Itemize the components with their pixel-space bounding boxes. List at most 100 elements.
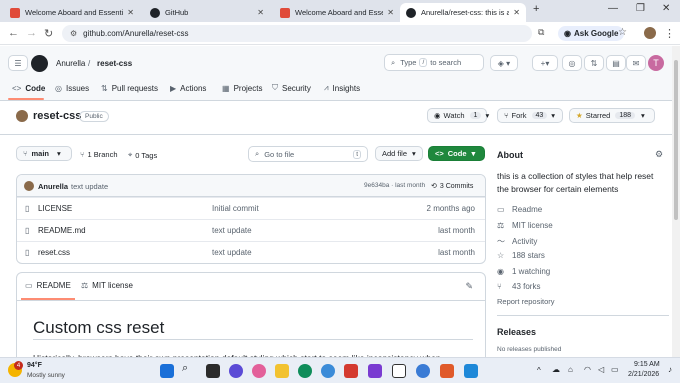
inbox-icon[interactable]: ✉ <box>626 55 646 71</box>
github-logo-icon[interactable] <box>31 55 48 72</box>
close-tab-icon[interactable]: ✕ <box>387 8 394 17</box>
app-icon[interactable] <box>344 364 358 378</box>
tab-code[interactable]: <> Code <box>12 81 45 95</box>
browser-tab-3[interactable]: Welcome Aboard and Essentia ✕ <box>274 3 400 22</box>
browser-menu-icon[interactable]: ⋮ <box>664 27 675 40</box>
tab-issues[interactable]: ◎ Issues <box>55 81 89 95</box>
tab-readme[interactable]: ▭ README <box>25 281 71 290</box>
about-license[interactable]: ⚖ MIT license <box>497 221 553 230</box>
tab-projects[interactable]: ▦ Projects <box>222 81 262 95</box>
search-icon[interactable]: ⌕ <box>182 362 196 376</box>
browser-tab-active[interactable]: Anurella/reset-css: this is a collec ✕ <box>400 3 526 22</box>
commit-message[interactable]: text update <box>71 182 108 191</box>
settings-gear-icon[interactable]: ⚙ <box>655 149 663 160</box>
close-tab-icon[interactable]: ✕ <box>513 8 520 17</box>
breadcrumb-owner[interactable]: Anurella <box>56 59 85 68</box>
about-readme[interactable]: ▭ Readme <box>497 205 542 214</box>
task-view-icon[interactable] <box>206 364 220 378</box>
edit-pencil-icon[interactable]: ✎ <box>465 281 473 292</box>
weather-temp[interactable]: 94°F <box>27 362 42 369</box>
search-input[interactable]: ⌕ Type / to search <box>384 54 484 71</box>
file-commit-message[interactable]: text update <box>212 248 252 257</box>
app-icon[interactable] <box>416 364 430 378</box>
install-app-icon[interactable]: ⧉ <box>538 27 544 38</box>
breadcrumb-repo[interactable]: reset-css <box>97 59 132 68</box>
app-icon[interactable] <box>440 364 454 378</box>
weather-desc[interactable]: Mostly sunny <box>27 372 65 379</box>
chevron-up-icon[interactable]: ^ <box>537 366 541 375</box>
vscode-icon[interactable] <box>464 364 478 378</box>
about-stars[interactable]: ☆ 188 stars <box>497 251 545 260</box>
repositories-icon[interactable]: ▤ <box>606 55 626 71</box>
branch-selector[interactable]: ⑂ main ▾ <box>16 146 72 161</box>
go-to-file-input[interactable]: ⌕ Go to file t <box>248 146 368 162</box>
minimize-icon[interactable]: — <box>608 3 618 14</box>
bookmark-star-icon[interactable]: ☆ <box>618 27 627 38</box>
forward-icon[interactable]: → <box>26 27 37 39</box>
pull-requests-icon[interactable]: ⇅ <box>584 55 604 71</box>
hamburger-menu-icon[interactable]: ☰ <box>8 55 28 71</box>
copilot-icon[interactable] <box>229 364 243 378</box>
about-activity[interactable]: 〜 Activity <box>497 236 537 247</box>
report-repository-link[interactable]: Report repository <box>497 297 555 306</box>
commits-link[interactable]: ⟲ 3 Commits <box>431 182 473 191</box>
reload-icon[interactable]: ↻ <box>44 27 53 40</box>
tab-pull-requests[interactable]: ⇅ Pull requests <box>101 81 158 95</box>
battery-icon[interactable]: ▭ <box>611 365 619 374</box>
about-forks[interactable]: ⑂ 43 forks <box>497 282 540 291</box>
app-icon[interactable] <box>368 364 382 378</box>
file-name[interactable]: LICENSE <box>38 204 72 213</box>
cloud-icon[interactable]: ☁ <box>552 365 560 374</box>
repo-name[interactable]: reset-css <box>33 110 81 122</box>
browser-tab-2[interactable]: GitHub ✕ <box>144 3 270 22</box>
back-icon[interactable]: ← <box>8 27 19 39</box>
browser-tab-1[interactable]: Welcome Aboard and Essentia ✕ <box>4 3 140 22</box>
app-tray-icon[interactable]: ⌂ <box>568 365 573 374</box>
file-commit-message[interactable]: Initial commit <box>212 204 259 213</box>
user-avatar[interactable]: T <box>648 55 664 71</box>
url-field[interactable]: ⚙ github.com/Anurella/reset-css <box>62 25 532 42</box>
file-commit-message[interactable]: text update <box>212 226 252 235</box>
commit-hash-time[interactable]: 9e634ba · last month <box>364 182 425 189</box>
about-watching[interactable]: ◉ 1 watching <box>497 267 550 276</box>
restore-icon[interactable]: ❐ <box>636 3 645 14</box>
code-button[interactable]: <> Code ▾ <box>428 146 485 161</box>
wifi-icon[interactable]: ◠ <box>584 365 591 374</box>
scrollbar-thumb[interactable] <box>674 60 678 220</box>
table-row[interactable]: ▯ reset.css text update last month <box>17 241 485 263</box>
table-row[interactable]: ▯ LICENSE Initial commit 2 months ago <box>17 197 485 219</box>
copilot-button[interactable]: ◈ ▾ <box>490 55 518 71</box>
tab-insights[interactable]: ⩘ Insights <box>324 81 360 95</box>
tab-license[interactable]: ⚖ MIT license <box>81 281 133 290</box>
create-new-button[interactable]: + ▾ <box>532 55 558 71</box>
close-window-icon[interactable]: ✕ <box>662 3 670 14</box>
file-explorer-icon[interactable] <box>275 364 289 378</box>
edge-icon[interactable] <box>298 364 312 378</box>
ask-google-button[interactable]: ◉ Ask Google <box>558 26 625 41</box>
table-row[interactable]: ▯ README.md text update last month <box>17 219 485 241</box>
tags-link[interactable]: ⌖ 0 Tags <box>128 150 157 160</box>
issues-icon[interactable]: ◎ <box>562 55 582 71</box>
windows-start-icon[interactable] <box>160 364 174 378</box>
new-tab-button[interactable]: + <box>533 3 539 15</box>
file-name[interactable]: reset.css <box>38 248 70 257</box>
notification-bell-icon[interactable]: ♪ <box>668 365 672 374</box>
file-name[interactable]: README.md <box>38 226 86 235</box>
clock-date[interactable]: 2/21/2026 <box>628 371 659 378</box>
profile-avatar[interactable] <box>644 27 656 39</box>
commit-author[interactable]: Anurella <box>38 182 68 191</box>
notion-icon[interactable] <box>392 364 406 378</box>
close-tab-icon[interactable]: ✕ <box>127 8 134 17</box>
tab-security[interactable]: ⛉ Security <box>272 81 311 95</box>
clock-time[interactable]: 9:15 AM <box>634 361 660 368</box>
fork-button[interactable]: ⑂ Fork 43 ▾ <box>497 108 563 123</box>
site-info-icon[interactable]: ⚙ <box>70 29 77 38</box>
branches-link[interactable]: ⑂ 1 Branch <box>80 150 118 159</box>
chrome-icon[interactable] <box>321 364 335 378</box>
speaker-icon[interactable]: ◁ <box>598 365 604 374</box>
watch-button[interactable]: ◉ Watch 1 ▾ <box>427 108 489 123</box>
add-file-button[interactable]: Add file ▾ <box>375 146 423 161</box>
releases-title[interactable]: Releases <box>497 327 536 337</box>
star-button[interactable]: ★ Starred 188 ▾ <box>569 108 655 123</box>
tab-actions[interactable]: ▶ Actions <box>170 81 206 95</box>
